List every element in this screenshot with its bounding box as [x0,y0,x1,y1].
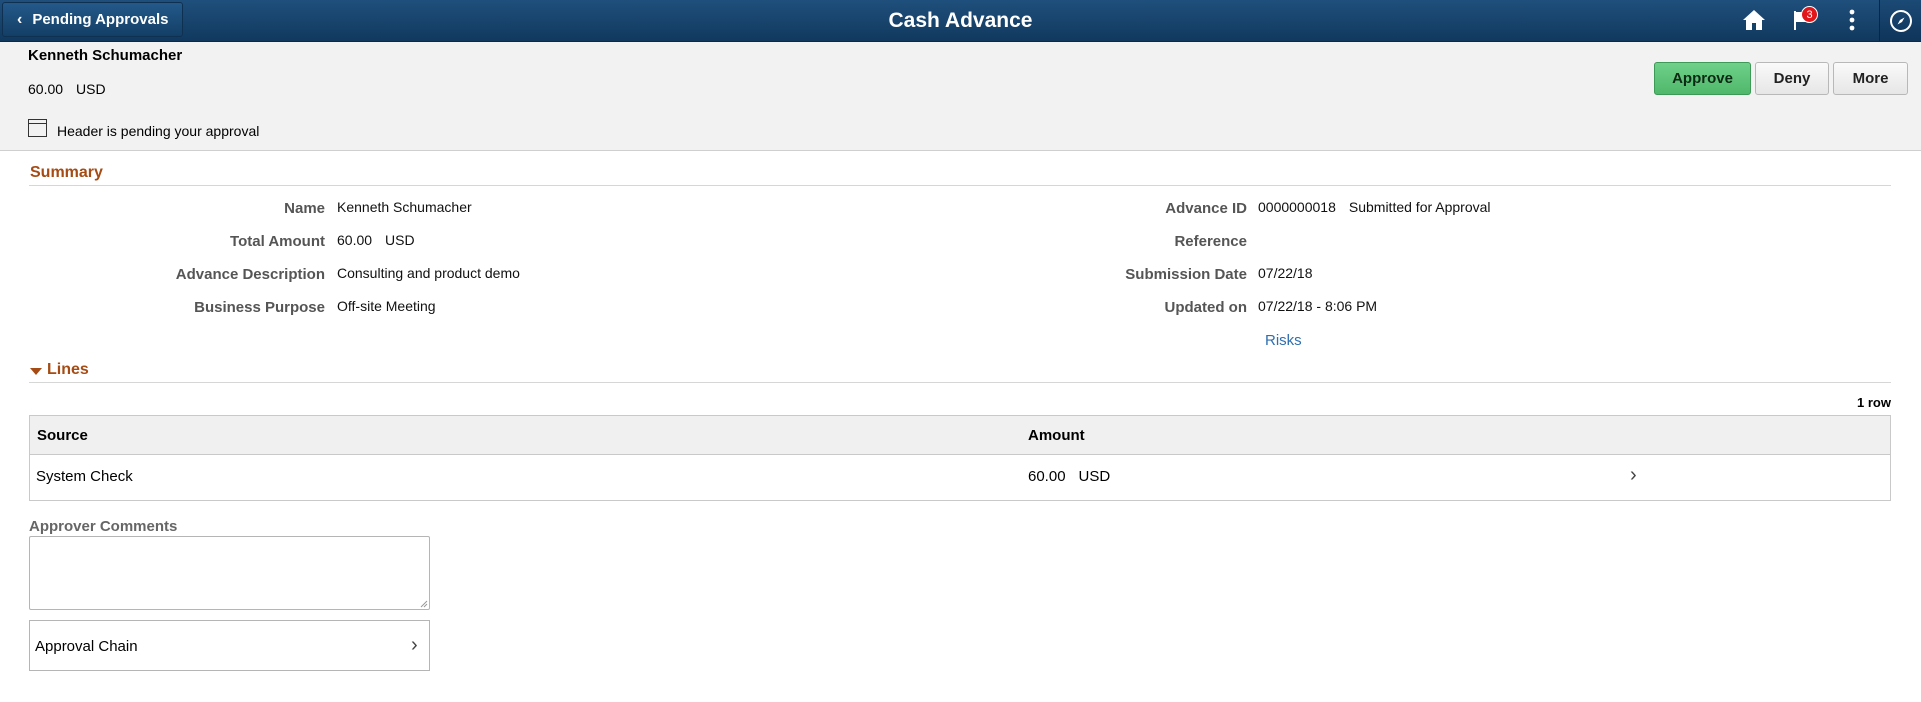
home-icon[interactable] [1741,7,1767,33]
column-header-amount: Amount [1028,427,1085,444]
top-banner: ‹ Pending Approvals Cash Advance 3 [0,0,1921,42]
approve-button[interactable]: Approve [1654,62,1751,95]
business-purpose-value: Off-site Meeting [337,298,436,314]
approver-comments-field[interactable] [29,536,430,610]
approver-comments-label: Approver Comments [29,518,178,535]
row-amount-value: 60.00 [1028,468,1066,485]
pending-approval-icon [28,119,47,137]
row-count: 1 row [1857,395,1891,410]
pending-status-text: Header is pending your approval [57,123,260,139]
chevron-right-icon: › [411,634,418,656]
row-source: System Check [36,468,133,485]
advance-id-number: 0000000018 [1258,199,1336,215]
summary-divider [29,185,1891,186]
advance-description-label: Advance Description [175,266,325,283]
advance-status: Submitted for Approval [1348,199,1491,215]
row-currency: USD [1078,468,1111,485]
advance-id-value: 0000000018 Submitted for Approval [1258,199,1491,215]
approval-chain-button[interactable]: Approval Chain › [29,620,430,671]
advance-id-label: Advance ID [1165,200,1247,217]
name-value: Kenneth Schumacher [337,199,472,215]
lines-divider [29,382,1891,383]
approval-header [0,42,1921,151]
page-title: Cash Advance [888,9,1033,32]
chevron-right-icon[interactable]: › [1630,464,1637,487]
advance-description-value: Consulting and product demo [337,265,520,281]
approval-chain-label: Approval Chain [35,638,138,655]
table-row[interactable]: System Check 60.00 USD › [30,454,1890,500]
header-amount-value: 60.00 [28,81,64,97]
column-header-source: Source [37,427,88,444]
summary-section-title: Summary [30,164,103,181]
header-amount: 60.00 USD [28,81,119,97]
resize-grip-icon[interactable] [418,598,428,608]
total-amount-number: 60.00 [337,232,373,248]
total-amount-currency: USD [385,232,415,248]
reference-label: Reference [1174,233,1247,250]
lines-collapse-caret-icon[interactable] [30,368,42,375]
risks-link[interactable]: Risks [1265,332,1302,349]
submission-date-label: Submission Date [1125,266,1247,283]
navbar-button[interactable] [1879,0,1921,41]
total-amount-value: 60.00 USD [337,232,415,248]
submission-date-value: 07/22/18 [1258,265,1313,281]
grid-header-row: Source Amount [30,416,1890,455]
chevron-left-icon: ‹ [17,10,23,28]
navbar-compass-icon [1890,9,1912,32]
row-amount: 60.00 USD [1028,468,1110,485]
lines-section-title[interactable]: Lines [47,361,89,379]
kebab-menu-icon[interactable] [1839,7,1865,33]
business-purpose-label: Business Purpose [194,299,325,316]
more-button[interactable]: More [1833,62,1908,95]
back-button-label: Pending Approvals [32,11,169,28]
back-button[interactable]: ‹ Pending Approvals [2,2,183,37]
deny-button[interactable]: Deny [1755,62,1829,95]
updated-on-label: Updated on [1164,299,1248,316]
notification-badge: 3 [1801,6,1818,23]
requester-name: Kenneth Schumacher [28,47,183,64]
total-amount-label: Total Amount [230,233,325,250]
updated-on-value: 07/22/18 - 8:06 PM [1258,298,1378,314]
header-currency: USD [76,81,106,97]
lines-grid: Source Amount System Check 60.00 USD › [29,415,1891,501]
name-label: Name [284,200,325,217]
